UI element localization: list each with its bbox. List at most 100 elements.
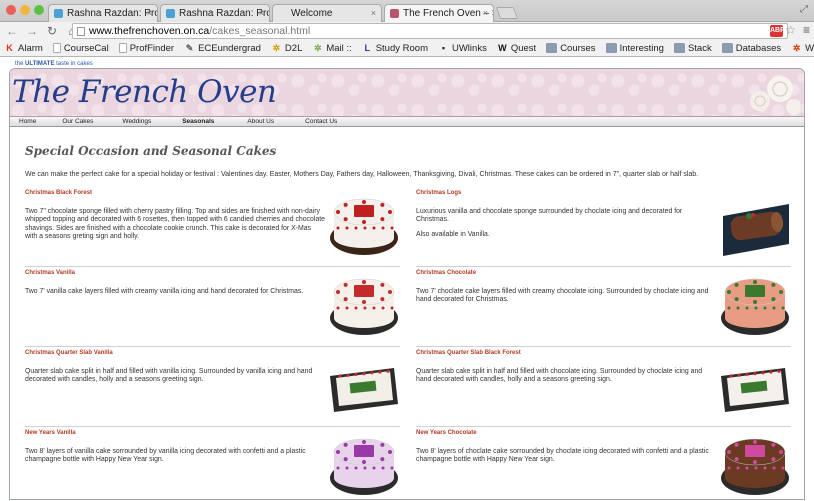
reload-icon[interactable]: ↻ — [46, 24, 58, 38]
bookmark-item[interactable]: Databases — [721, 43, 781, 54]
minimize-window-button[interactable] — [20, 5, 30, 15]
nav-link[interactable]: About Us — [238, 118, 296, 125]
bookmark-label: Interesting — [619, 42, 664, 54]
cake-description: Quarter slab cake split in half and fill… — [416, 368, 703, 384]
nav-link[interactable]: Seasonals — [173, 118, 238, 125]
site-logo[interactable]: The French Oven — [12, 74, 277, 110]
fullscreen-icon[interactable]: ⤢ — [800, 4, 808, 15]
bookmark-item[interactable]: CourseCal — [52, 43, 109, 54]
bookmark-label: Quest — [510, 42, 537, 54]
tab-favicon-icon — [278, 9, 287, 18]
adblock-icon[interactable]: ABP — [770, 25, 785, 37]
cake-photo — [330, 438, 398, 495]
folder-icon — [546, 43, 558, 53]
bookmark-item[interactable]: K Alarm — [4, 43, 43, 54]
bookmark-item[interactable]: ✲ D2L — [271, 42, 303, 54]
folder-icon — [721, 43, 733, 53]
new-tab-button[interactable] — [495, 7, 519, 19]
bookmark-label: Study Room — [375, 42, 428, 54]
browser-tab[interactable]: The French Oven – Special× — [384, 4, 494, 23]
forward-icon[interactable]: → — [26, 24, 38, 38]
tagline-emphasis: ULTIMATE — [25, 61, 55, 67]
nav-link[interactable]: Our Cakes — [53, 118, 113, 125]
bookmark-item[interactable]: W Quest — [497, 43, 536, 54]
bookmark-item[interactable]: Courses — [546, 43, 596, 54]
url-host: www.thefrenchoven.on.ca — [89, 25, 210, 37]
cake-description: Two 7' choclate cake layers filled with … — [416, 288, 709, 304]
nav-link[interactable]: Home — [10, 118, 53, 125]
tab-title: The French Oven – Special — [403, 8, 493, 19]
cake-item: Christmas Black Forest Two 7" chocolate s… — [25, 190, 400, 270]
nav-link[interactable]: Weddings — [113, 118, 173, 125]
bookmark-item[interactable]: Interesting — [605, 42, 664, 54]
address-bar[interactable]: www.thefrenchoven.on.ca/cakes_seasonal.h… — [72, 23, 788, 39]
cake-item: Christmas Logs Luxurious vanilla and choc… — [416, 190, 791, 270]
cake-note: Also available in Vanilla. — [416, 230, 490, 238]
bookmark-label: D2L — [284, 42, 303, 54]
cake-item: New Years Vanilla Two 8' layers of vanill… — [25, 430, 400, 499]
zoom-window-button[interactable] — [34, 5, 44, 15]
bookmark-item[interactable]: L Study Room — [362, 43, 428, 54]
divider — [25, 266, 400, 267]
browser-tab[interactable]: Welcome × — [272, 4, 382, 22]
site-nav: Home Our Cakes Weddings Seasonals About Us Co… — [10, 117, 804, 127]
folder-icon — [673, 43, 685, 53]
nav-link[interactable]: Contact Us — [296, 118, 349, 125]
tab-title: Rashna Razdan: Projects — [179, 8, 269, 19]
bookmark-item[interactable]: ▪ UWlinks — [438, 43, 487, 54]
close-window-button[interactable] — [6, 5, 16, 15]
menu-icon[interactable]: ≡ — [803, 23, 810, 37]
cake-description: Quarter slab cake split in half and fill… — [25, 368, 313, 384]
cake-photo — [721, 278, 789, 335]
close-tab-icon[interactable]: × — [483, 8, 488, 18]
divider — [416, 426, 791, 427]
tab-title: Welcome — [291, 8, 333, 19]
close-tab-icon[interactable]: × — [371, 8, 376, 18]
page-icon — [77, 27, 85, 36]
divider — [416, 346, 791, 347]
cake-item: Christmas Vanilla Two 7' vanilla cake lay… — [25, 270, 400, 350]
cake-photo — [723, 204, 789, 256]
bookmark-label: ProfFinder — [129, 42, 175, 54]
page-title: Special Occasion and Seasonal Cakes — [25, 144, 277, 158]
browser-tab[interactable]: Rashna Razdan: Projects× — [48, 4, 158, 22]
bookmark-item[interactable]: ProfFinder — [118, 42, 175, 54]
cake-photo — [721, 438, 789, 495]
url-path: /cakes_seasonal.html — [209, 25, 311, 37]
tagline-post: taste in cakes — [54, 61, 93, 67]
cake-description: Two 8' layers of choclate cake sorrounde… — [416, 448, 709, 464]
tab-favicon-icon — [390, 9, 399, 18]
site-banner: The French Oven — [10, 69, 804, 117]
site-frame: The French Oven Home Our Cakes Weddings Sea… — [9, 68, 805, 500]
bookmark-star-icon[interactable]: ☆ — [785, 23, 796, 37]
cake-photo — [330, 198, 398, 255]
webpage: the ULTIMATE taste in cakes The French O… — [0, 57, 814, 500]
tab-title: Rashna Razdan: Projects — [67, 8, 157, 19]
bookmarks-bar: K Alarm CourseCal ProfFinder ✎ ECEundergrad ✲ D… — [0, 40, 814, 57]
bookmark-label: UWlinks — [451, 42, 487, 54]
divider — [416, 266, 791, 267]
bookmark-icon: ✲ — [272, 43, 281, 53]
window-controls — [6, 5, 44, 15]
tagline-pre: the — [15, 61, 26, 67]
bookmark-item[interactable]: ✲ Mail :: — [312, 42, 352, 54]
bookmark-label: Mail :: — [326, 42, 352, 54]
close-tab-icon[interactable]: × — [147, 8, 152, 18]
browser-tab[interactable]: Rashna Razdan: Projects× — [160, 4, 270, 22]
cake-photo — [330, 278, 398, 335]
cake-description: Two 7' vanilla cake layers filled with c… — [25, 288, 304, 295]
back-icon[interactable]: ← — [6, 24, 18, 38]
bookmark-label: Wolfram — [805, 42, 814, 54]
browser-toolbar: ← → ↻ ⌂ www.thefrenchoven.on.ca/cakes_se… — [0, 22, 814, 40]
bookmark-item[interactable]: Stack — [673, 42, 712, 54]
browser-tab-bar: Rashna Razdan: Projects×Rashna Razdan: P… — [0, 0, 814, 23]
bookmark-item[interactable]: ✎ ECEundergrad — [184, 43, 261, 54]
cake-photo — [330, 368, 398, 412]
cake-item: New Years Chocolate Two 8' layers of choc… — [416, 430, 791, 499]
close-tab-icon[interactable]: × — [259, 8, 264, 18]
bookmark-icon: ✲ — [792, 43, 801, 53]
cake-description: Two 8' layers of vanilla cake sorrounded… — [25, 448, 306, 464]
cake-item: Christmas Quarter Slab Black Forest Quart… — [416, 350, 791, 430]
bookmark-item[interactable]: ✲ Wolfram — [791, 43, 814, 54]
bookmark-label: Stack — [687, 42, 712, 54]
